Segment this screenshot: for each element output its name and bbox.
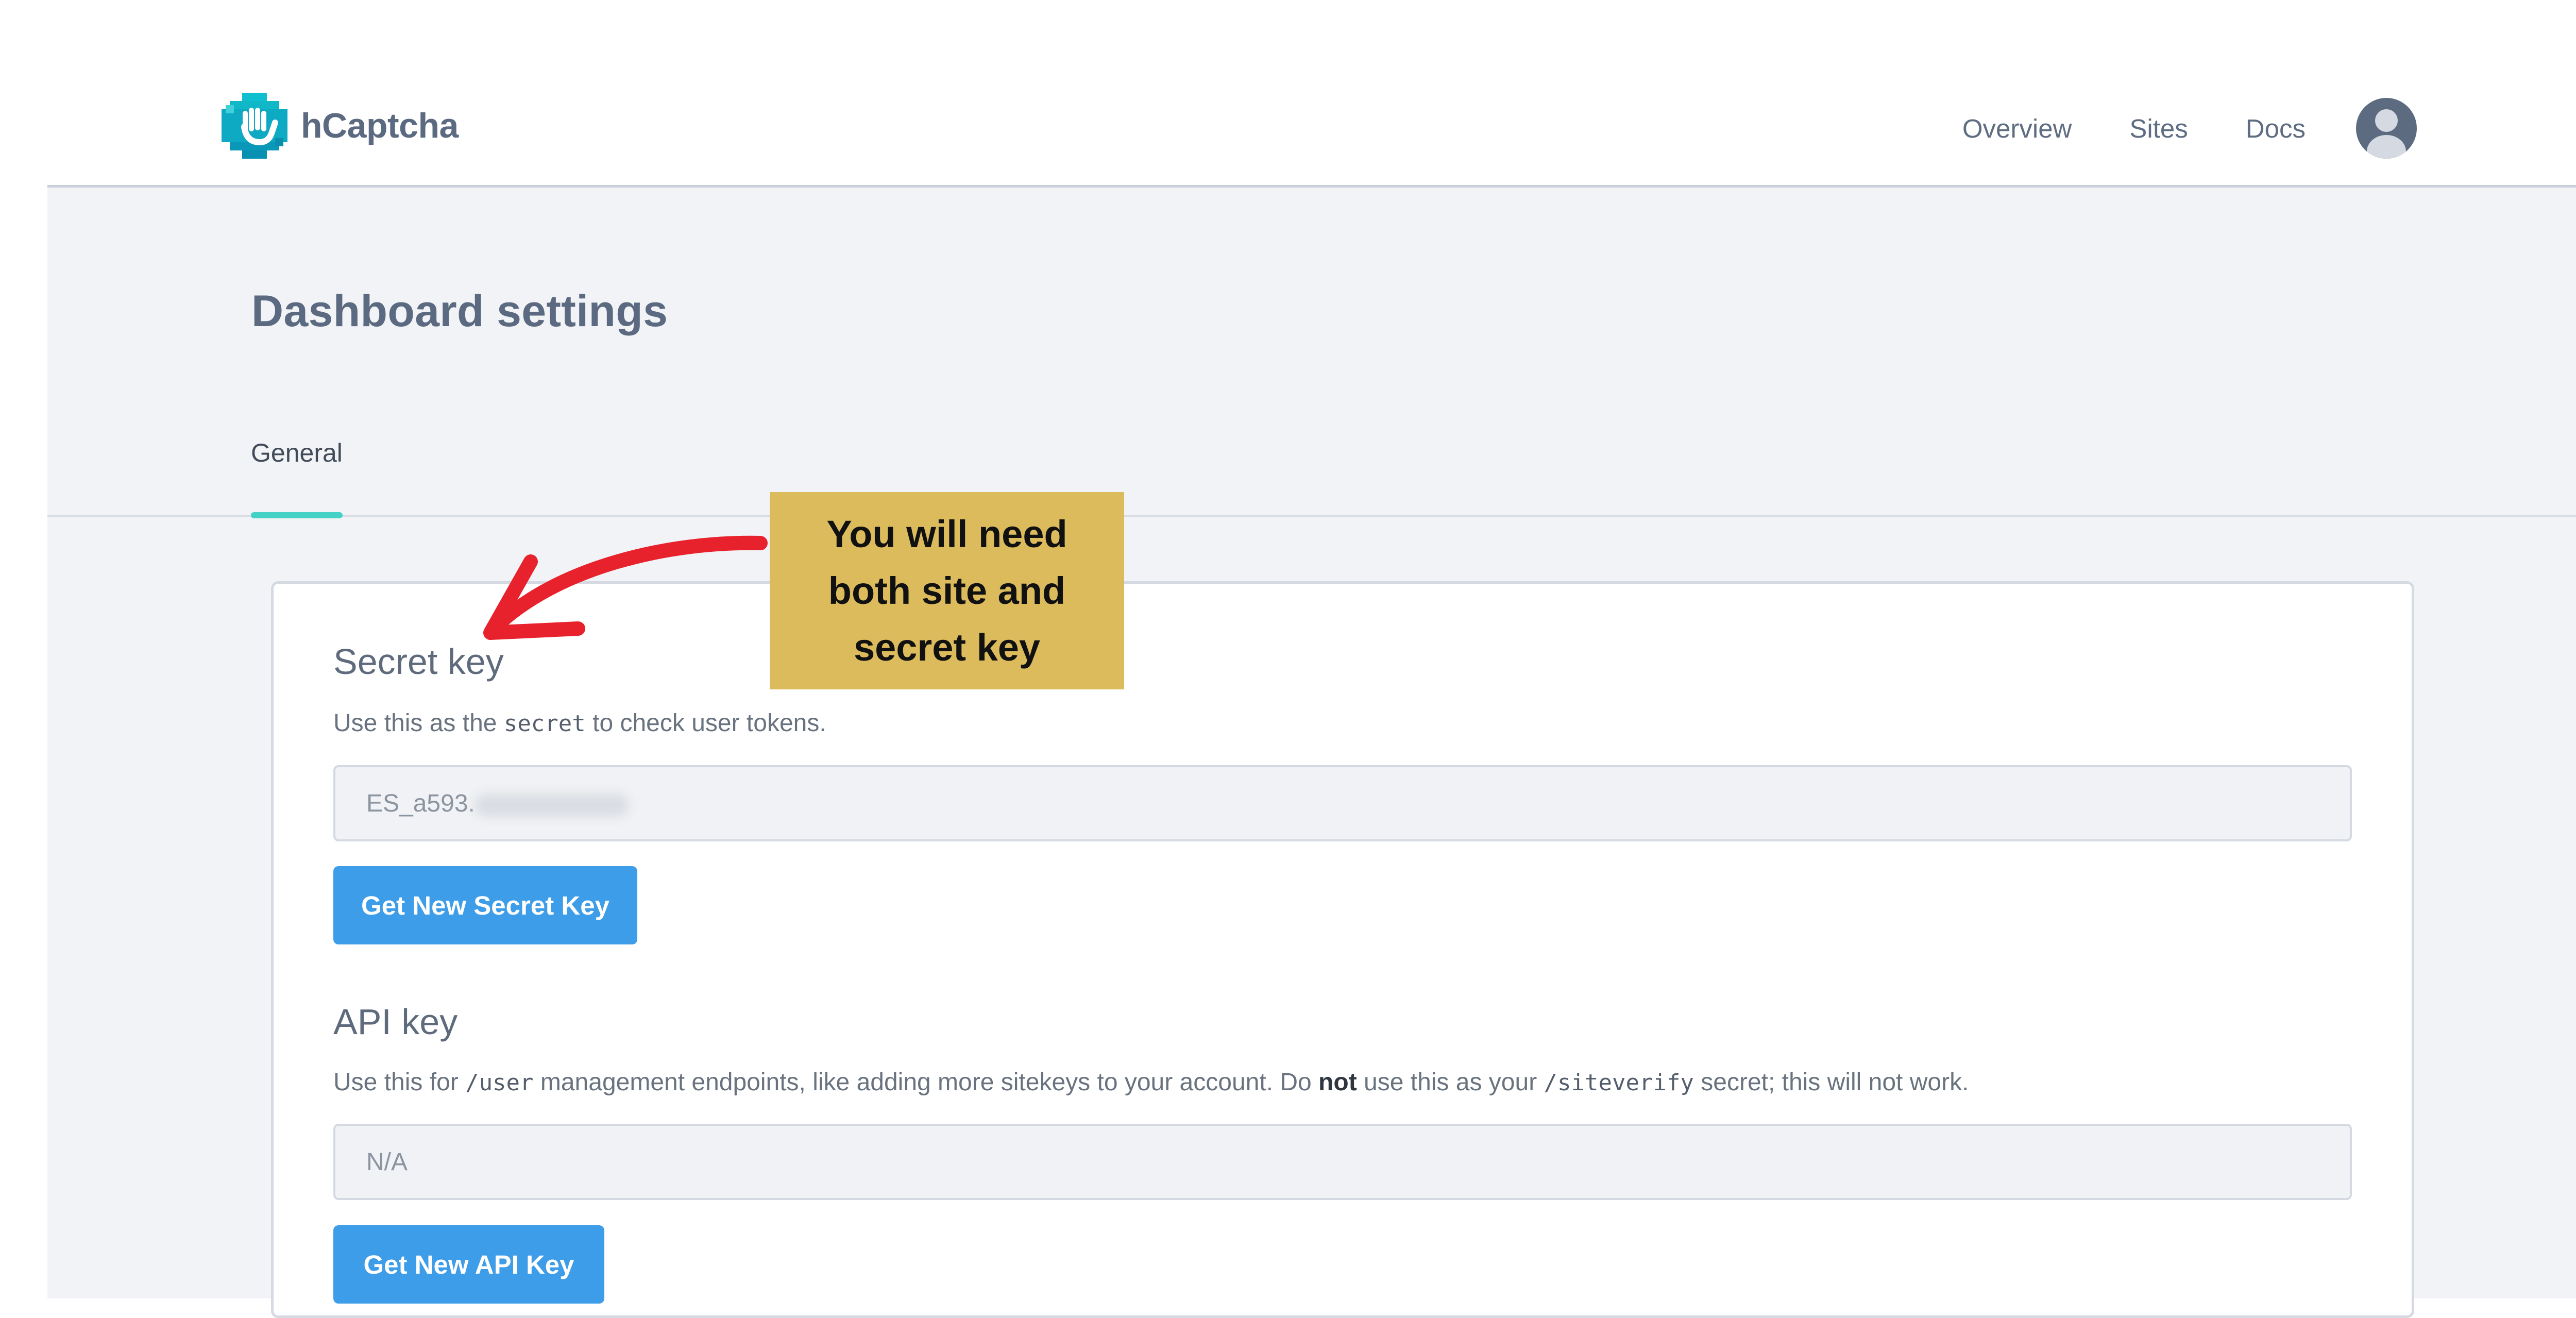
nav-docs[interactable]: Docs: [2246, 113, 2306, 144]
annotation-callout: You will need both site and secret key: [770, 492, 1124, 689]
secret-key-input[interactable]: [335, 767, 2350, 839]
siteverify-code: /siteverify: [1544, 1070, 1694, 1096]
secret-code: secret: [503, 711, 586, 737]
api-key-input[interactable]: [335, 1126, 2350, 1198]
secret-key-field[interactable]: [333, 765, 2352, 841]
active-tab-indicator: [251, 512, 343, 518]
redacted-blur: [474, 794, 629, 817]
settings-header: [47, 188, 2576, 517]
keys-card: Secret key Use this as the secret to che…: [271, 581, 2414, 1318]
main-nav: Overview Sites Docs: [1962, 98, 2417, 159]
page-title: Dashboard settings: [251, 286, 668, 336]
tab-general[interactable]: General: [251, 438, 343, 468]
secret-key-description: Use this as the secret to check user tok…: [333, 709, 826, 737]
api-key-field[interactable]: [333, 1124, 2352, 1200]
brand-logo[interactable]: hCaptcha: [222, 93, 459, 159]
red-arrow-icon: [483, 535, 768, 640]
user-endpoint-code: /user: [465, 1070, 534, 1096]
nav-sites[interactable]: Sites: [2129, 113, 2188, 144]
get-new-secret-key-button[interactable]: Get New Secret Key: [333, 866, 637, 944]
brand-name: hCaptcha: [301, 106, 459, 145]
user-silhouette-icon: [2367, 109, 2406, 159]
nav-overview[interactable]: Overview: [1962, 113, 2072, 144]
get-new-api-key-button[interactable]: Get New API Key: [333, 1225, 604, 1304]
api-key-title: API key: [333, 1002, 458, 1042]
user-avatar[interactable]: [2356, 98, 2417, 159]
hcaptcha-logo-icon: [222, 93, 287, 159]
api-key-description: Use this for /user management endpoints,…: [333, 1069, 1969, 1096]
